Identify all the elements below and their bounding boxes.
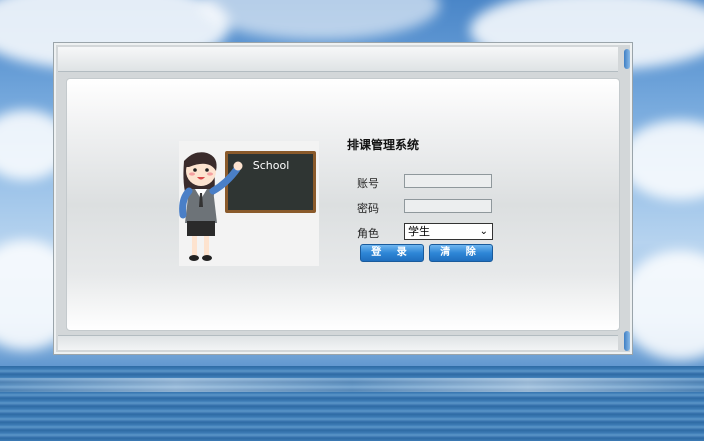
login-button[interactable]: 登 录: [360, 244, 424, 262]
role-select[interactable]: 学生 ⌄: [404, 223, 493, 240]
role-label: 角色: [357, 227, 379, 240]
window-handle-bottom[interactable]: [624, 331, 630, 351]
board-text: School: [253, 159, 290, 172]
chevron-down-icon: ⌄: [479, 226, 488, 237]
teacher-illustration: School: [179, 141, 319, 266]
cloud: [200, 0, 440, 40]
account-label: 账号: [357, 177, 379, 190]
login-window: School 排课管理系统 账号 密码 角色 学生 ⌄ 登 录 清 除: [53, 42, 633, 355]
window-top-bar: [58, 47, 618, 72]
clear-button[interactable]: 清 除: [429, 244, 493, 262]
account-input[interactable]: [404, 174, 492, 188]
sea-foam: [0, 378, 704, 392]
password-label: 密码: [357, 202, 379, 215]
password-input[interactable]: [404, 199, 492, 213]
window-handle-top[interactable]: [624, 49, 630, 69]
page-title: 排课管理系统: [347, 138, 420, 152]
window-bottom-bar: [58, 335, 618, 350]
login-panel: [66, 78, 620, 331]
role-selected-value: 学生: [408, 225, 430, 238]
